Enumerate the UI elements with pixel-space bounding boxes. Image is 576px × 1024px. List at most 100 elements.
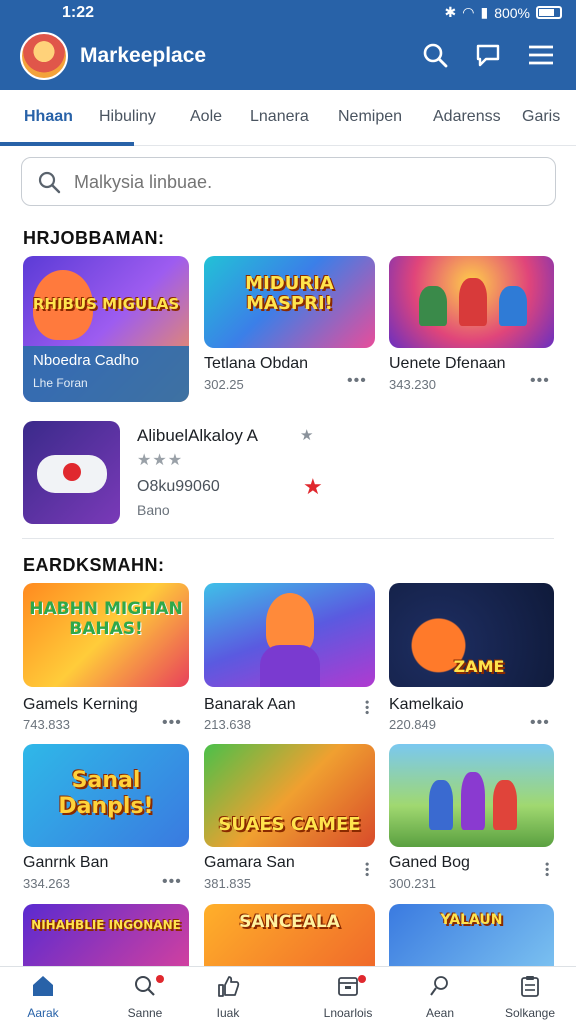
chat-icon[interactable] [473, 40, 503, 70]
character-art [459, 278, 487, 326]
card-title: Uenete Dfenaan [389, 355, 506, 372]
divider [22, 538, 554, 539]
more-options-icon[interactable]: ••• [540, 862, 554, 878]
list-item-thumbnail[interactable] [23, 421, 120, 524]
favorite-star-icon[interactable]: ★ [303, 474, 323, 500]
status-bar: 1:22 ✱ ◠ ▮ 800% [0, 0, 576, 28]
tab-2[interactable]: Aole [190, 108, 222, 126]
more-options-icon[interactable]: ••• [360, 862, 374, 878]
character-art [493, 780, 517, 830]
tab-5[interactable]: Adarenss [433, 108, 501, 126]
nav-search[interactable]: Sanne [110, 973, 180, 1020]
nav-label: Sanne [127, 1006, 163, 1020]
more-options-icon[interactable]: ••• [162, 714, 182, 732]
game-card-4[interactable]: SUAES CAMEE [204, 744, 375, 847]
clipboard-icon [521, 976, 539, 997]
pin-icon [430, 976, 448, 996]
bluetooth-icon: ✱ [444, 4, 457, 20]
character-art [499, 286, 527, 326]
card-title: Ganed Bog [389, 854, 470, 871]
card-art-text: MIDURIA MASPRI! [245, 273, 334, 314]
tab-6[interactable]: Garis [522, 108, 560, 126]
notification-dot [358, 975, 366, 983]
search-input[interactable] [74, 168, 534, 196]
card-subtitle: 334.263 [23, 876, 70, 891]
notification-dot [156, 975, 164, 983]
nav-label: Aarak [27, 1006, 59, 1020]
more-options-icon[interactable]: ••• [530, 372, 550, 390]
box-icon [338, 977, 358, 996]
card-subtitle: 302.25 [204, 377, 244, 392]
card-subtitle: 300.231 [389, 876, 436, 891]
search-icon [135, 976, 155, 996]
card-subtitle: 213.638 [204, 717, 251, 732]
card-title: Gamara San [204, 854, 295, 871]
star-outline-icon[interactable]: ★ [300, 426, 313, 444]
nav-home[interactable]: Aarak [8, 973, 78, 1020]
avatar[interactable] [20, 32, 68, 80]
nav-label: Solkange [504, 1006, 556, 1020]
nav-label: Aean [425, 1006, 455, 1020]
character-art [429, 780, 453, 830]
search-icon[interactable] [420, 40, 450, 70]
featured-caption: Nboedra Cadho Lhe Foran [23, 346, 189, 402]
featured-card-2[interactable] [389, 256, 554, 348]
active-tab-indicator [0, 142, 134, 146]
nav-library[interactable]: Lnoarlois [313, 973, 383, 1020]
card-art-text: ZAME [453, 657, 505, 676]
card-art-text: HABHN MIGHAN BAHAS! [29, 599, 183, 639]
card-title: Kamelkaio [389, 696, 464, 713]
app-title: Markeeplace [80, 44, 207, 67]
home-icon [33, 976, 53, 996]
featured-card-0[interactable]: RHIBUS MIGULAS Nboedra Cadho Lhe Foran [23, 256, 189, 402]
character-art [419, 286, 447, 326]
app-header: 1:22 ✱ ◠ ▮ 800% Markeeplace [0, 0, 576, 90]
list-item-code: O8ku99060 [137, 478, 220, 495]
list-item-title: AlibuelAlkaloy A [137, 426, 258, 445]
character-art [266, 593, 314, 653]
game-card-0[interactable]: HABHN MIGHAN BAHAS! [23, 583, 189, 687]
featured-card-1[interactable]: MIDURIA MASPRI! [204, 256, 375, 348]
nav-likes[interactable]: Iuak [193, 973, 263, 1020]
card-art-text: SUAES CAMEE [218, 814, 361, 835]
game-card-1[interactable] [204, 583, 375, 687]
menu-icon[interactable] [526, 40, 556, 70]
bottom-nav: Aarak Sanne Iuak Lnoarlois Aean Solkange [0, 966, 576, 1024]
section-title-games: EARDKSMAHN: [23, 555, 165, 575]
controller-button [63, 463, 81, 481]
battery-icon [536, 6, 562, 19]
tab-4[interactable]: Nemipen [338, 108, 402, 126]
character-art [260, 645, 320, 687]
card-title: Nboedra Cadho [33, 352, 139, 369]
card-art-text: YALAUN [440, 912, 503, 928]
section-title-featured: HRJOBBAMAN: [23, 228, 165, 248]
card-title: Gamels Kerning [23, 696, 138, 713]
nav-label: Lnoarlois [323, 1006, 373, 1020]
tab-3[interactable]: Lnanera [250, 108, 309, 126]
game-card-5[interactable] [389, 744, 554, 847]
status-icons: ✱ ◠ ▮ 800% [445, 4, 562, 21]
more-options-icon[interactable]: ••• [347, 372, 367, 390]
more-options-icon[interactable]: ••• [360, 700, 374, 716]
tab-0[interactable]: Hhaan [24, 108, 73, 126]
status-time: 1:22 [62, 4, 95, 21]
signal-icon: ▮ [480, 4, 489, 20]
game-card-2[interactable]: ZAME [389, 583, 554, 687]
battery-percent: 800% [494, 4, 530, 21]
tab-1[interactable]: Hibuliny [99, 108, 156, 126]
nav-orders[interactable]: Solkange [495, 973, 565, 1020]
search-icon [38, 171, 61, 194]
card-subtitle: 381.835 [204, 876, 251, 891]
game-card-8[interactable]: YALAUN [389, 904, 554, 966]
game-card-7[interactable]: SANCEALA [204, 904, 375, 966]
list-item-subtitle: Bano [137, 502, 170, 518]
card-subtitle: 220.849 [389, 717, 436, 732]
game-card-6[interactable]: NIHAHBLIE INGONANE [23, 904, 189, 966]
more-options-icon[interactable]: ••• [162, 873, 182, 891]
card-art-text: NIHAHBLIE INGONANE [31, 918, 181, 932]
more-options-icon[interactable]: ••• [530, 714, 550, 732]
game-card-3[interactable]: Sanal Danpls! [23, 744, 189, 847]
nav-location[interactable]: Aean [405, 973, 475, 1020]
card-art-text: SANCEALA [239, 912, 340, 932]
rating-stars: ★★★ [137, 452, 184, 469]
